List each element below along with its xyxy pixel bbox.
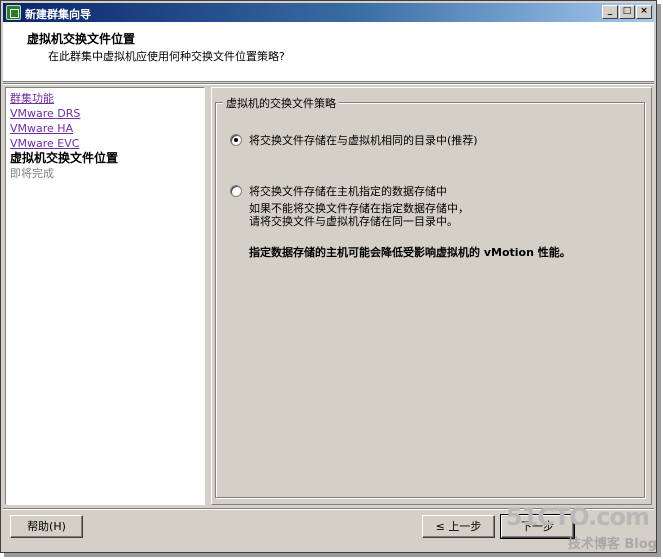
step-vmware-evc[interactable]: VMware EVC — [10, 136, 204, 151]
site-watermark: 51CTO.com 技术博客 Blog — [506, 503, 657, 552]
wizard-steps-sidebar: 群集功能 VMware DRS VMware HA VMware EVC 虚拟机… — [5, 87, 205, 505]
step-swapfile-location: 虚拟机交换文件位置 — [10, 151, 119, 165]
step-cluster-features[interactable]: 群集功能 — [10, 91, 204, 106]
watermark-logo: 51CTO.com — [505, 503, 650, 531]
title-bar[interactable]: 新建群集向导 _ □ × — [3, 3, 654, 22]
watermark-tagline: 技术博客 Blog — [567, 537, 657, 552]
maximize-button[interactable]: □ — [619, 5, 635, 19]
desc-line-1: 如果不能将交换文件存储在指定数据存储中， — [249, 202, 469, 215]
option-same-directory[interactable]: 将交换文件存储在与虚拟机相同的目录中(推荐) — [230, 132, 478, 148]
page-title: 虚拟机交换文件位置 — [27, 32, 136, 46]
wizard-content: 虚拟机的交换文件策略 将交换文件存储在与虚拟机相同的目录中(推荐) 将交换文件存… — [211, 87, 652, 505]
option-host-datastore-desc: 如果不能将交换文件存储在指定数据存储中， 请将交换文件与虚拟机存储在同一目录中。 — [249, 202, 469, 228]
wizard-window: 新建群集向导 _ □ × 虚拟机交换文件位置 在此群集中虚拟机应使用何种交换文件… — [0, 0, 657, 553]
radio-host-datastore[interactable] — [230, 185, 242, 197]
option-host-datastore[interactable]: 将交换文件存储在主机指定的数据存储中 — [230, 183, 447, 199]
desc-line-2: 请将交换文件与虚拟机存储在同一目录中。 — [249, 215, 458, 228]
cluster-app-icon — [6, 5, 21, 20]
option-same-directory-label[interactable]: 将交换文件存储在与虚拟机相同的目录中(推荐) — [249, 132, 478, 148]
wizard-header: 虚拟机交换文件位置 在此群集中虚拟机应使用何种交换文件位置策略? — [3, 22, 654, 82]
option-host-datastore-label[interactable]: 将交换文件存储在主机指定的数据存储中 — [249, 183, 447, 199]
step-vmware-drs[interactable]: VMware DRS — [10, 106, 204, 121]
performance-warning: 指定数据存储的主机可能会降低受影响虚拟机的 vMotion 性能。 — [249, 246, 571, 259]
back-button[interactable]: ≤ 上一步 — [422, 515, 495, 538]
page-subtitle: 在此群集中虚拟机应使用何种交换文件位置策略? — [48, 50, 285, 63]
radio-same-directory[interactable] — [230, 134, 242, 146]
step-vmware-ha[interactable]: VMware HA — [10, 121, 204, 136]
group-label: 虚拟机的交换文件策略 — [223, 95, 339, 111]
minimize-button[interactable]: _ — [602, 5, 618, 19]
close-button[interactable]: × — [636, 5, 652, 19]
help-button[interactable]: 帮助(H) — [10, 515, 83, 538]
swapfile-policy-group: 虚拟机的交换文件策略 将交换文件存储在与虚拟机相同的目录中(推荐) 将交换文件存… — [215, 95, 645, 498]
header-divider — [3, 83, 654, 85]
window-title: 新建群集向导 — [25, 8, 91, 21]
step-ready-to-complete: 即将完成 — [10, 167, 54, 180]
